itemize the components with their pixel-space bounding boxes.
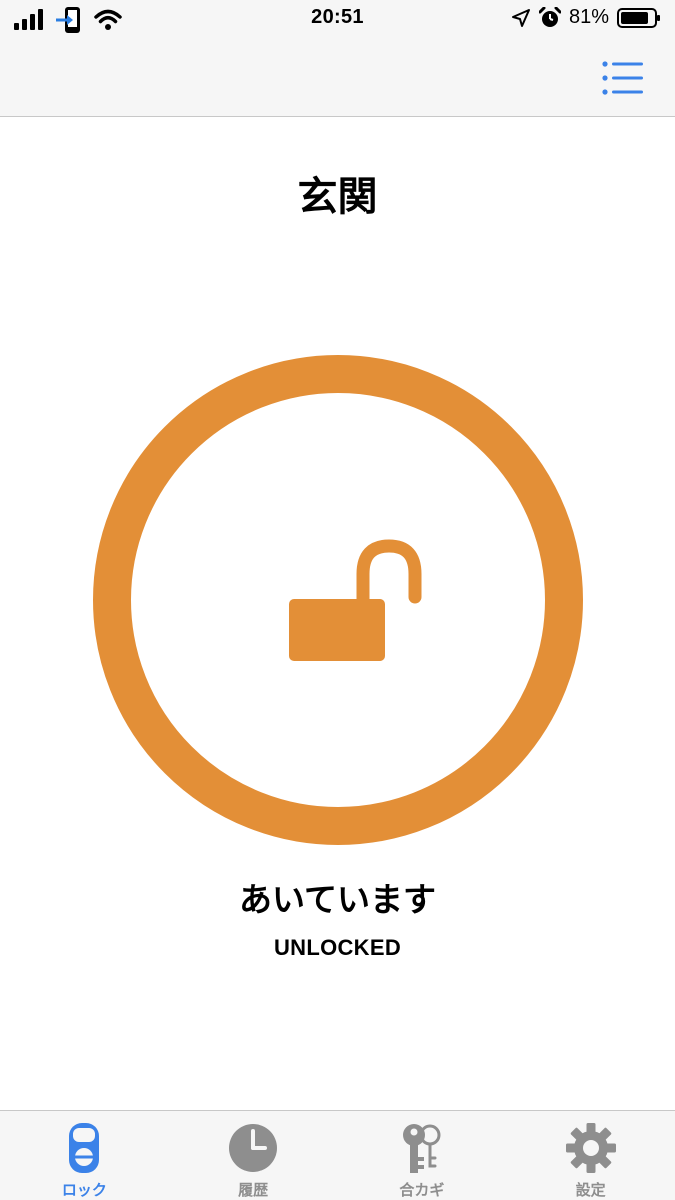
nav-bar [0,40,675,117]
tab-bar: ロック 履歴 合カギ 設定 [0,1110,675,1200]
status-bar: 20:51 81% [0,0,675,40]
tab-label: 合カギ [399,1181,445,1199]
tab-label: 履歴 [238,1181,269,1199]
tab-history[interactable]: 履歴 [169,1111,338,1200]
location-arrow-icon [511,8,530,27]
lock-device-icon [69,1123,100,1173]
tab-shared-keys[interactable]: 合カギ [338,1111,507,1200]
status-right: 81% [511,6,661,29]
lock-state-en: UNLOCKED [273,935,402,960]
tab-settings[interactable]: 設定 [506,1111,675,1200]
clock-icon [229,1124,278,1172]
unlocked-padlock-icon [289,539,422,661]
alarm-clock-icon [538,6,561,27]
lock-state-jp: あいています [238,880,436,919]
lock-toggle-button[interactable] [93,355,583,845]
tab-label: ロック [61,1181,107,1199]
gear-icon [565,1123,616,1173]
battery-icon [617,7,660,28]
tab-label: 設定 [575,1181,606,1199]
list-icon[interactable] [601,58,645,98]
lock-name-title: 玄関 [297,174,378,220]
keys-icon [402,1124,441,1173]
tab-lock[interactable]: ロック [0,1111,169,1200]
battery-percent: 81% [568,6,609,28]
app-screen: 20:51 81% 玄関 あいています UNLOCKED ロック 履歴 合カギ … [0,0,675,1200]
